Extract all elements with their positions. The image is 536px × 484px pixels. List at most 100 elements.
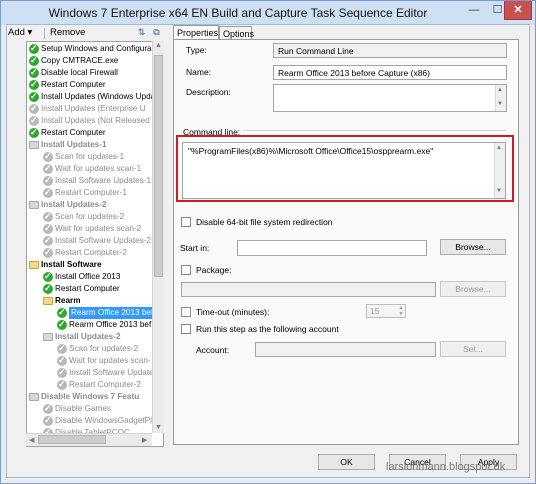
tree-vertical-scroll-thumb[interactable] <box>154 55 163 277</box>
disable-redirection-checkbox[interactable] <box>181 217 191 227</box>
scroll-right-icon[interactable]: ▶ <box>142 436 147 444</box>
highlight-annotation-box <box>176 135 514 202</box>
run-as-checkbox[interactable] <box>181 324 191 334</box>
package-checkbox[interactable] <box>181 265 191 275</box>
task-sequence-tree[interactable]: Setup Windows and Configura Copy CMTRACE.… <box>26 41 164 447</box>
package-label: Package: <box>196 265 232 275</box>
disable-redirection-label: Disable 64-bit file system redirection <box>196 217 333 227</box>
spinner-down-icon[interactable]: ▼ <box>397 311 405 317</box>
grey-check-icon <box>43 234 53 246</box>
grey-folder-icon <box>43 333 53 341</box>
name-input[interactable]: Rearm Office 2013 before Capture (x86) <box>273 65 507 80</box>
tree-item-label: Install Updates (Not Released <box>41 116 150 125</box>
grey-check-icon <box>29 114 39 126</box>
tree-item-label: Restart Computer-2 <box>55 248 127 257</box>
tree-item-label: Restart Computer-2 <box>69 380 141 389</box>
tab-options[interactable]: Options <box>219 26 254 39</box>
grey-check-icon <box>43 174 53 186</box>
tree-item-label: Wait for updates scan-2 <box>55 224 142 233</box>
grey-folder-icon <box>29 201 39 209</box>
grey-folder-icon <box>29 141 39 149</box>
start-in-label: Start in: <box>180 243 210 253</box>
tree-item-label: Scan for updates-2 <box>69 344 139 353</box>
add-menu-button[interactable]: Add ▾ <box>8 27 32 38</box>
start-in-input[interactable] <box>237 240 427 256</box>
minimize-button[interactable]: — <box>462 1 486 20</box>
green-check-icon <box>29 66 39 78</box>
grey-check-icon <box>43 222 53 234</box>
tree-item-label: Disable Games <box>55 404 111 413</box>
window-title: Windows 7 Enterprise x64 EN Build and Ca… <box>48 6 428 20</box>
tree-horizontal-scroll-thumb[interactable] <box>38 435 106 444</box>
green-check-icon <box>43 270 53 282</box>
blog-watermark: larslohmann.blogspot.dk <box>386 461 506 473</box>
package-browse-button[interactable]: Browse... <box>440 281 506 297</box>
description-input[interactable] <box>273 84 507 112</box>
timeout-label: Time-out (minutes): <box>196 307 270 317</box>
tree-item-label: Install Updates (Windows Upda <box>41 92 156 101</box>
run-as-label: Run this step as the following account <box>196 324 339 334</box>
description-label: Description: <box>186 87 231 97</box>
type-field: Run Command Line <box>273 43 507 58</box>
close-icon: ✕ <box>513 4 523 16</box>
start-in-browse-button[interactable]: Browse... <box>440 239 506 255</box>
folder-icon <box>29 261 39 269</box>
grey-check-icon <box>43 210 53 222</box>
green-check-icon <box>29 54 39 66</box>
grey-check-icon <box>29 102 39 114</box>
tree-item-label: Install Office 2013 <box>55 272 121 281</box>
green-check-icon <box>43 282 53 294</box>
timeout-checkbox[interactable] <box>181 307 191 317</box>
type-label: Type: <box>186 45 207 55</box>
tree-item-label: Rearm Office 2013 bef <box>69 307 156 319</box>
grey-check-icon <box>43 402 53 414</box>
properties-icon[interactable]: ⇅ <box>136 27 147 38</box>
tree-item-label: Restart Computer <box>41 128 106 137</box>
green-check-icon <box>57 306 67 318</box>
tree-item-label: Disable local Firewall <box>41 68 118 77</box>
tree-item-label: Disable WindowsGadgetPl <box>55 416 152 425</box>
minimize-icon: — <box>468 4 480 16</box>
grey-check-icon <box>43 186 53 198</box>
green-check-icon <box>29 90 39 102</box>
remove-button[interactable]: Remove <box>50 27 85 38</box>
account-set-button[interactable]: Set... <box>440 341 506 357</box>
tree-item-label: Install Software Update <box>69 368 154 377</box>
tree-item-label: Scan for updates-2 <box>55 212 125 221</box>
tree-item-label: Restart Computer-1 <box>55 188 127 197</box>
tree-item-label: Wait for updates scan-1 <box>55 164 142 173</box>
package-field <box>181 282 436 297</box>
tree-item-label: Restart Computer <box>41 80 106 89</box>
green-check-icon <box>29 126 39 138</box>
green-check-icon <box>29 42 39 54</box>
tab-properties[interactable]: Properties <box>173 25 219 39</box>
grey-check-icon <box>57 354 67 366</box>
close-button[interactable]: ✕ <box>504 1 532 20</box>
ok-button[interactable]: OK <box>318 454 375 470</box>
tree-item-label: Install Updates (Enterprise U <box>41 104 146 113</box>
tree-item-label: Copy CMTRACE.exe <box>41 56 119 65</box>
green-check-icon <box>57 318 67 330</box>
scroll-left-icon[interactable]: ◀ <box>29 436 34 444</box>
copy-icon[interactable]: ⧉ <box>151 27 162 38</box>
grey-check-icon <box>57 342 67 354</box>
grey-check-icon <box>57 366 67 378</box>
tree-item-label: Disable Windows 7 Featu <box>41 392 140 401</box>
account-label: Account: <box>196 345 230 355</box>
tree-item-label: Setup Windows and Configura <box>41 44 152 53</box>
tree-item-label: Restart Computer <box>55 284 120 293</box>
tree-item-label: Scan for updates-1 <box>55 152 125 161</box>
account-field <box>255 342 436 357</box>
tree-item-label: Install Software Updates-1 <box>55 176 152 185</box>
grey-folder-icon <box>29 393 39 401</box>
tree-item-label: Wait for updates scan- <box>69 356 151 365</box>
scroll-down-icon[interactable]: ▼ <box>155 424 162 431</box>
title-bar[interactable]: Windows 7 Enterprise x64 EN Build and Ca… <box>1 1 535 25</box>
grey-check-icon <box>43 150 53 162</box>
grey-check-icon <box>57 378 67 390</box>
tree-item-label: Rearm Office 2013 bef <box>69 320 152 329</box>
tree-item-label: Install Software Updates-2 <box>55 236 152 245</box>
grey-check-icon <box>43 414 53 426</box>
scroll-up-icon[interactable]: ▲ <box>155 42 162 49</box>
description-scrollbar[interactable]: ▲ ▼ <box>495 85 506 111</box>
